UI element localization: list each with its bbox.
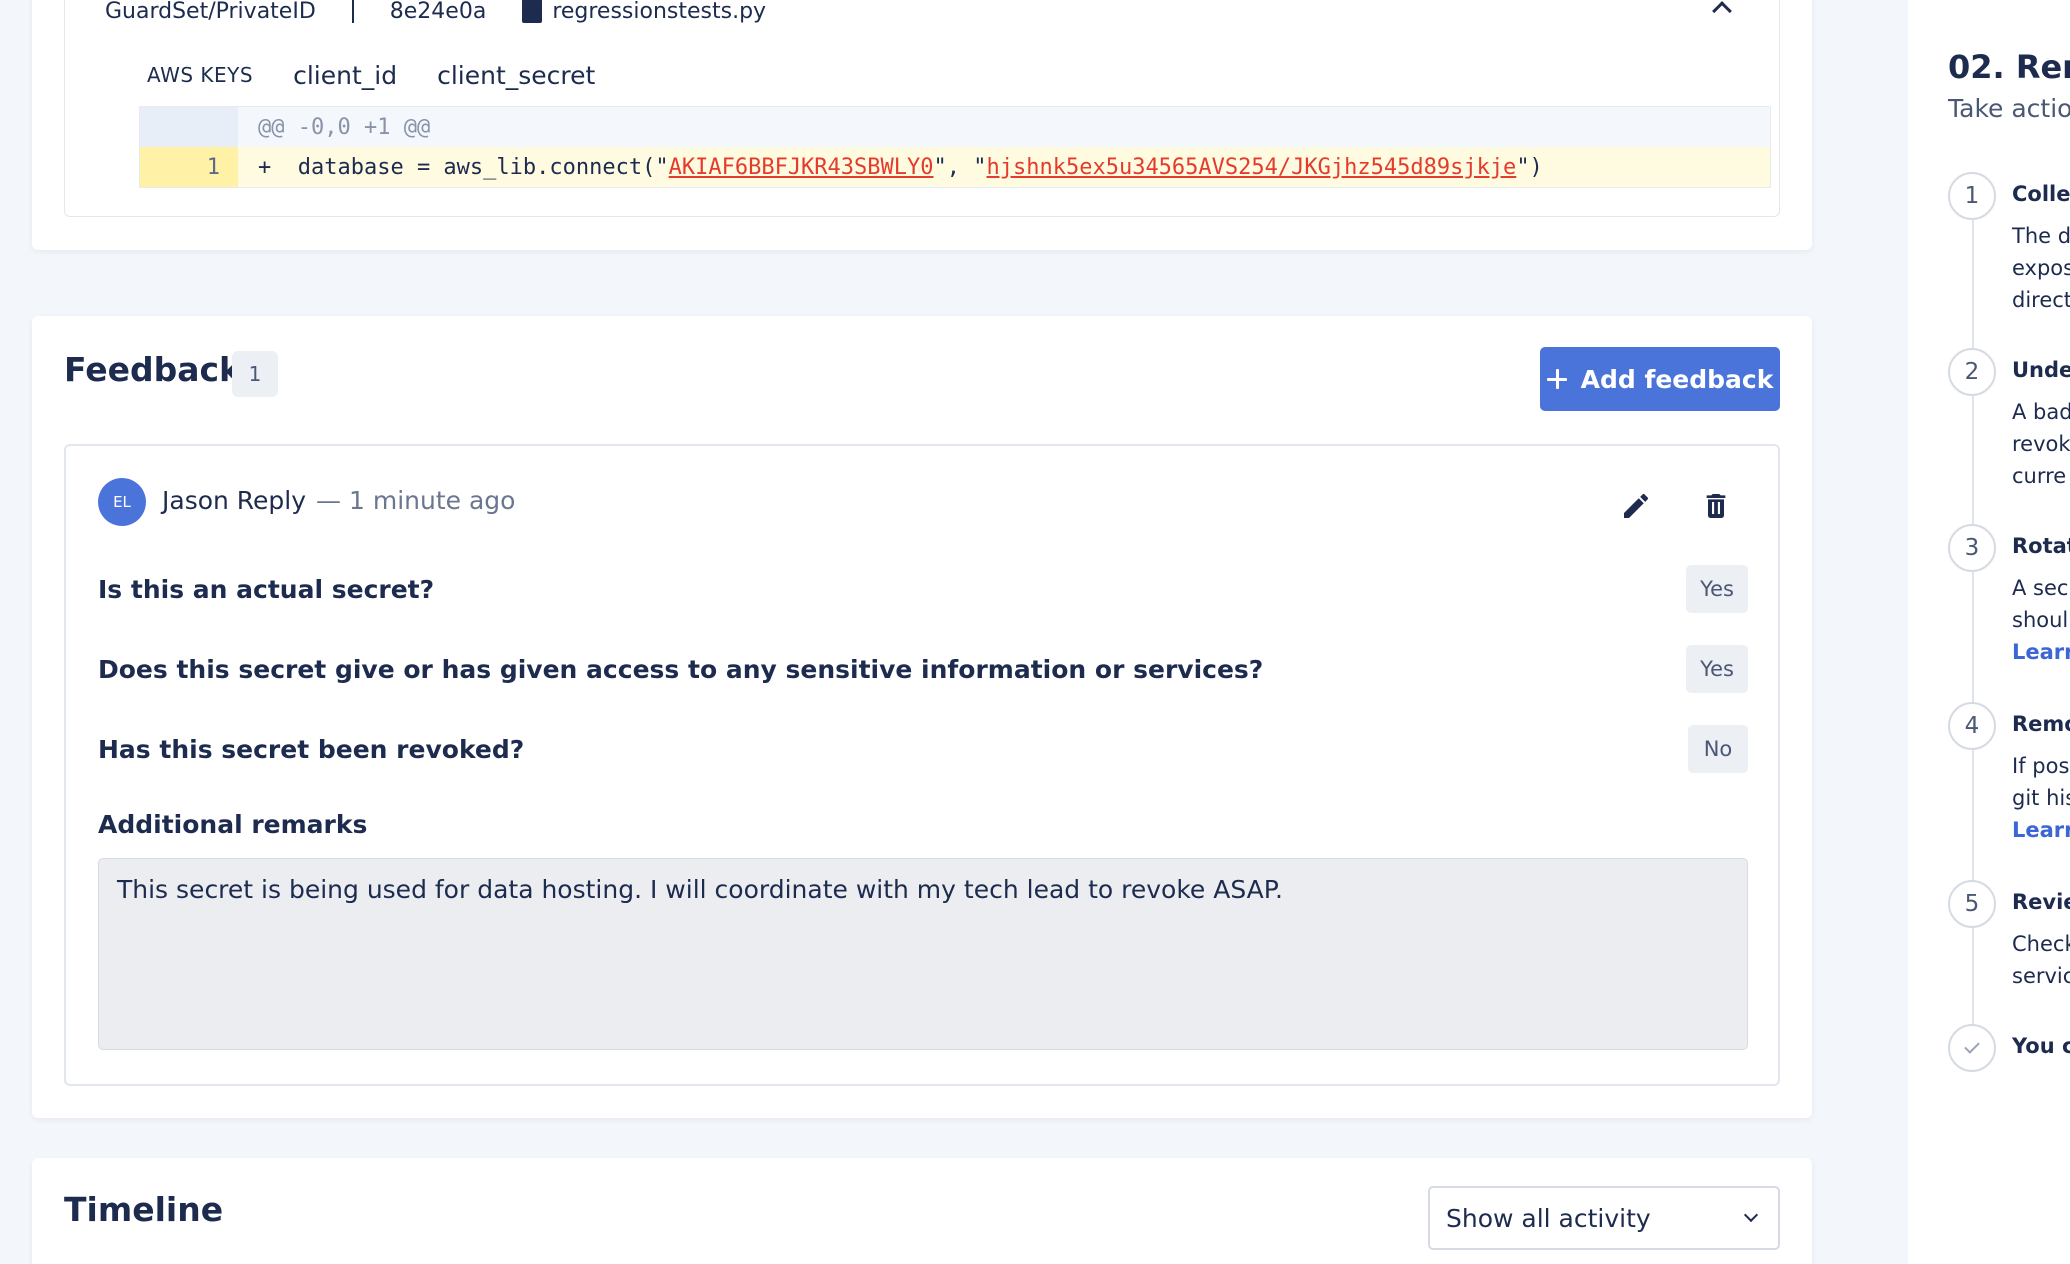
- step-text: A secr: [2012, 576, 2070, 600]
- author-name: Jason Reply: [162, 486, 307, 515]
- step-text: direct: [2012, 288, 2070, 312]
- code-line: + database = aws_lib.connect("AKIAF6BBFJ…: [238, 155, 1543, 180]
- trash-icon[interactable]: [1700, 490, 1732, 522]
- edit-pencil-icon[interactable]: [1620, 490, 1652, 522]
- step-title: Rotat: [2012, 534, 2070, 558]
- step-title: Revie: [2012, 890, 2070, 914]
- keys-label: AWS KEYS: [147, 63, 254, 87]
- hunk-header: @@ -0,0 +1 @@: [258, 114, 431, 140]
- activity-filter-value: Show all activity: [1446, 1203, 1651, 1233]
- step-done-badge: [1948, 1024, 1996, 1072]
- step-text: curre: [2012, 464, 2067, 488]
- file-meta: GuardSet/PrivateID 8e24e0a regressionste…: [105, 0, 766, 24]
- diff-view: @@ -0,0 +1 @@ 1 + database = aws_lib.con…: [139, 106, 1771, 188]
- step-text: shoul: [2012, 608, 2069, 632]
- feedback-count-badge: 1: [232, 351, 278, 397]
- author-line: Jason Reply — 1 minute ago: [162, 486, 515, 515]
- step-text: The d: [2012, 224, 2070, 248]
- add-feedback-button[interactable]: Add feedback: [1540, 347, 1780, 411]
- secret-value[interactable]: hjshnk5ex5u34565AVS254/JKGjhz545d89sjkje: [987, 155, 1517, 180]
- step-number: 5: [1948, 880, 1996, 928]
- code-card: GuardSet/PrivateID 8e24e0a regressionste…: [32, 0, 1812, 250]
- timeline-card: Timeline Show all activity: [32, 1158, 1812, 1264]
- step-text: revok: [2012, 432, 2070, 456]
- key-client-secret: client_secret: [437, 60, 596, 90]
- step-number: 4: [1948, 702, 1996, 750]
- step-number: 1: [1948, 172, 1996, 220]
- secret-id[interactable]: AKIAF6BBFJKR43SBWLY0: [669, 155, 934, 180]
- step-title: Collec: [2012, 182, 2070, 206]
- file-icon: [522, 0, 543, 23]
- code-panel: GuardSet/PrivateID 8e24e0a regressionste…: [64, 0, 1780, 217]
- avatar: EL: [98, 478, 146, 526]
- separator: [351, 0, 354, 23]
- key-client-id: client_id: [293, 60, 398, 90]
- answer-badge: No: [1688, 725, 1748, 773]
- answer-badge: Yes: [1686, 565, 1748, 613]
- step-text: expos: [2012, 256, 2070, 280]
- step-text: git his: [2012, 786, 2070, 810]
- remarks-text: This secret is being used for data hosti…: [98, 858, 1748, 1050]
- check-icon: [1964, 1038, 1980, 1054]
- feedback-title: Feedback: [64, 350, 241, 389]
- question-row: Is this an actual secret? Yes: [98, 564, 1748, 614]
- code-middle: ", ": [933, 154, 987, 180]
- feedback-entry: EL Jason Reply — 1 minute ago Is this an…: [64, 444, 1780, 1086]
- collapse-chevron-icon[interactable]: [1712, 1, 1732, 21]
- activity-filter-select[interactable]: Show all activity: [1428, 1186, 1780, 1250]
- question-text: Has this secret been revoked?: [98, 734, 525, 764]
- chevron-down-icon: [1743, 1207, 1759, 1223]
- diff-hunk-row: @@ -0,0 +1 @@: [140, 107, 1770, 147]
- file-path[interactable]: regressionstests.py: [522, 0, 766, 24]
- question-row: Does this secret give or has given acces…: [98, 644, 1748, 694]
- feedback-card: Feedback 1 Add feedback EL Jason Reply —…: [32, 316, 1812, 1118]
- step-text: servic: [2012, 964, 2070, 988]
- diff-add-row: 1 + database = aws_lib.connect("AKIAF6BB…: [140, 147, 1770, 187]
- step-number: 2: [1948, 348, 1996, 396]
- step-title: Remo: [2012, 712, 2070, 736]
- line-number: 1: [140, 147, 238, 187]
- timeline-title: Timeline: [64, 1190, 224, 1229]
- question-row: Has this secret been revoked? No: [98, 724, 1748, 774]
- step-text: If pos: [2012, 754, 2070, 778]
- answer-badge: Yes: [1686, 645, 1748, 693]
- timestamp: — 1 minute ago: [316, 486, 516, 515]
- remediation-panel: 02. Rem Take actio 1 Collec The d expos …: [1908, 0, 2070, 1264]
- step-number: 3: [1948, 524, 1996, 572]
- learn-more-link[interactable]: Learn: [2012, 640, 2070, 664]
- step-title: You ca: [2012, 1034, 2070, 1058]
- step-title: Under: [2012, 358, 2070, 382]
- code-suffix: "): [1516, 154, 1543, 180]
- repo-name[interactable]: GuardSet/PrivateID: [105, 0, 316, 24]
- question-text: Does this secret give or has given acces…: [98, 654, 1264, 684]
- keys-row: AWS KEYS client_id client_secret: [147, 55, 595, 95]
- code-prefix: + database = aws_lib.connect(": [258, 154, 669, 180]
- diff-gutter: [140, 107, 238, 147]
- step-text: Check: [2012, 932, 2070, 956]
- learn-more-link[interactable]: Learn: [2012, 818, 2070, 842]
- remarks-label: Additional remarks: [98, 810, 368, 839]
- question-text: Is this an actual secret?: [98, 574, 435, 604]
- plus-icon: [1546, 369, 1567, 389]
- add-feedback-label: Add feedback: [1580, 364, 1774, 394]
- remediation-subtitle: Take actio: [1948, 94, 2070, 123]
- file-name: regressionstests.py: [552, 0, 767, 24]
- step-text: A bad: [2012, 400, 2070, 424]
- commit-hash[interactable]: 8e24e0a: [390, 0, 487, 24]
- remediation-title: 02. Rem: [1948, 48, 2070, 86]
